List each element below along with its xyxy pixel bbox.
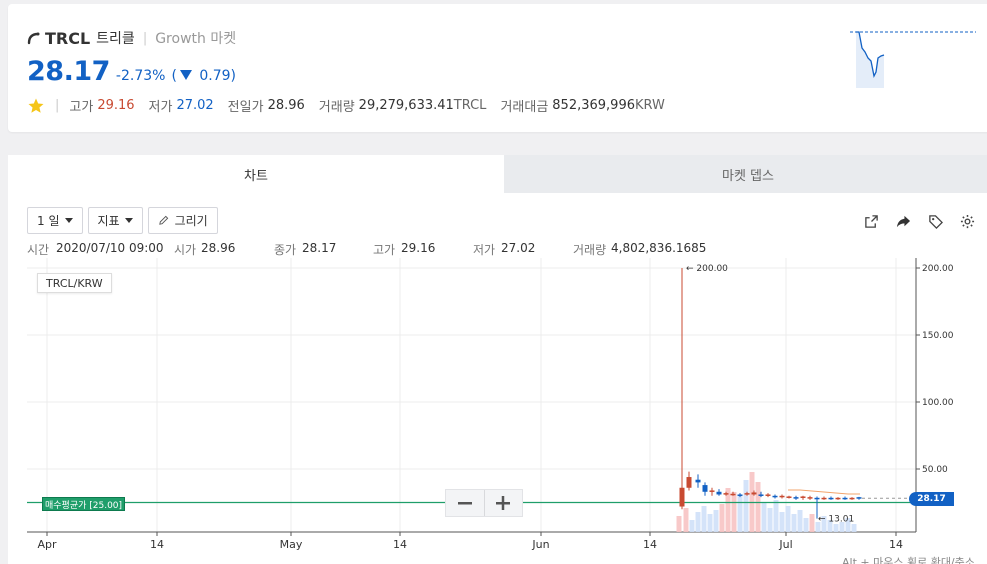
time-label: 시간	[27, 243, 50, 257]
minus-icon	[457, 502, 472, 505]
close-value: 28.17	[302, 241, 337, 255]
high-value: 29.16	[97, 98, 135, 113]
low-label: 저가	[473, 243, 496, 257]
zoom-out-button[interactable]	[446, 490, 484, 516]
draw-button[interactable]: 그리기	[147, 207, 218, 234]
open-value: 28.96	[201, 241, 236, 255]
high-label: 고가	[373, 243, 396, 257]
coin-market: Growth 마켓	[155, 31, 237, 47]
change-absolute: ( 0.79)	[171, 68, 236, 84]
volume-value: 4,802,836.1685	[611, 241, 707, 255]
zoom-in-button[interactable]	[483, 490, 522, 516]
low-value: 27.02	[176, 98, 214, 113]
amount-unit: KRW	[635, 98, 665, 113]
indicator-label: 지표	[97, 214, 120, 228]
coin-logo-icon	[27, 32, 40, 45]
last-price-tag: 28.17	[909, 492, 954, 506]
fullscreen-icon[interactable]	[860, 211, 882, 231]
share-icon[interactable]	[892, 211, 914, 231]
gear-icon[interactable]	[956, 211, 978, 231]
low-value: 27.02	[501, 241, 536, 255]
time-value: 2020/07/10 09:00	[56, 241, 164, 255]
indicator-select[interactable]: 지표	[87, 207, 143, 234]
down-triangle-icon	[179, 70, 192, 80]
price-row: 28.17 -2.73% ( 0.79)	[27, 56, 236, 87]
divider: |	[142, 30, 148, 46]
chart-toolbar: 1 일 지표 그리기	[27, 207, 223, 234]
divider: |	[55, 98, 60, 113]
zoom-controls	[445, 489, 523, 517]
chart-tool-icons	[850, 211, 978, 231]
avg-buy-price-label: 매수평균가 [25.00]	[42, 497, 126, 511]
caret-down-icon	[124, 218, 133, 223]
change-percent: -2.73%	[115, 68, 166, 84]
stats-row: | 고가 29.16 저가 27.02 전일가 28.96 거래량 29,279…	[27, 96, 679, 115]
pencil-icon	[158, 215, 168, 225]
volume-label: 거래량	[573, 243, 607, 257]
coin-name: 트리클	[96, 31, 135, 47]
pair-label: TRCL/KRW	[37, 273, 112, 293]
high-value: 29.16	[401, 241, 436, 255]
open-label: 시가	[174, 243, 197, 257]
coin-header: TRCL 트리클 | Growth 마켓 28.17 -2.73% ( 0.79…	[8, 4, 987, 132]
tab-chart[interactable]: 차트	[8, 155, 504, 193]
prev-close-label: 전일가	[227, 100, 264, 115]
volume-value: 29,279,633.41	[358, 98, 454, 113]
interval-label: 1 일	[37, 214, 60, 228]
tab-bar: 차트 마켓 뎁스	[8, 155, 987, 193]
volume-label: 거래량	[318, 100, 355, 115]
draw-label: 그리기	[174, 214, 208, 228]
volume-unit: TRCL	[453, 98, 487, 113]
amount-value: 852,369,996	[552, 98, 635, 113]
tag-icon[interactable]	[924, 211, 946, 231]
coin-symbol: TRCL	[45, 28, 91, 48]
low-label: 저가	[148, 100, 173, 115]
close-label: 종가	[274, 243, 297, 257]
plus-icon	[496, 496, 511, 510]
interval-select[interactable]: 1 일	[27, 207, 83, 234]
high-label: 고가	[69, 100, 94, 115]
star-icon[interactable]	[27, 97, 45, 115]
zoom-hint: Alt + 마우스 휠로 확대/축소	[842, 556, 975, 564]
amount-label: 거래대금	[500, 100, 549, 115]
mini-price-chart	[850, 31, 976, 88]
tab-market-depth[interactable]: 마켓 뎁스	[504, 155, 987, 193]
caret-down-icon	[64, 218, 73, 223]
current-price: 28.17	[27, 56, 110, 87]
prev-close-value: 28.96	[267, 98, 305, 113]
coin-title-row: TRCL 트리클 | Growth 마켓	[27, 28, 236, 48]
